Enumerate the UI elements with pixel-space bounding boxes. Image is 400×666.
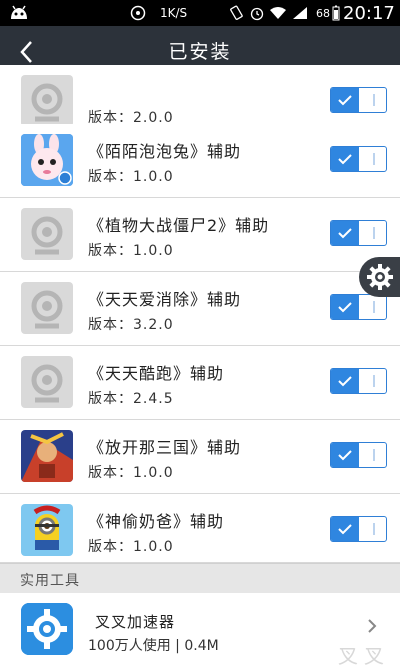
app-name: 《放开那三国》辅助: [88, 438, 242, 457]
section-title: 实用工具: [20, 573, 80, 589]
check-icon: [338, 302, 352, 313]
enable-toggle[interactable]: [330, 368, 387, 394]
status-icons: [228, 0, 308, 26]
wifi-icon: [270, 7, 287, 19]
check-icon: [338, 450, 352, 461]
battery-level: 68: [316, 0, 340, 26]
app-version: 版本：1.0.0: [88, 465, 174, 481]
app-version: 版本：2.4.5: [88, 391, 174, 407]
check-icon: [338, 95, 352, 106]
floating-settings-button[interactable]: [359, 257, 400, 297]
placeholder-icon: [21, 356, 73, 408]
list-item[interactable]: 《陌陌泡泡兔》辅助 版本：1.0.0: [0, 124, 400, 198]
enable-toggle[interactable]: [330, 220, 387, 246]
section-header: 实用工具: [0, 563, 400, 593]
signal-icon: [292, 7, 307, 19]
app-name: 《天天酷跑》辅助: [88, 364, 225, 383]
app-name: 《天天爱消除》辅助: [88, 290, 242, 309]
check-icon: [338, 524, 352, 535]
tool-meta: 100万人使用 | 0.4M: [88, 638, 219, 654]
list-item[interactable]: 《神偷奶爸》辅助 版本：1.0.0: [0, 494, 400, 563]
warrior-icon: [21, 430, 73, 482]
placeholder-icon: [21, 208, 73, 260]
check-icon: [338, 228, 352, 239]
app-version: 版本：1.0.0: [88, 539, 174, 555]
list-item[interactable]: 《天天爱消除》辅助 版本：3.2.0: [0, 272, 400, 346]
clock: 20:17: [343, 2, 395, 24]
enable-toggle[interactable]: [330, 294, 387, 320]
rotate-icon: [230, 5, 243, 20]
check-icon: [338, 376, 352, 387]
placeholder-icon: [21, 75, 73, 127]
minion-icon: [21, 504, 73, 556]
media-icon: [130, 0, 146, 26]
list-item[interactable]: 《植物大战僵尸2》辅助 版本：1.0.0: [0, 198, 400, 272]
app-name: 《神偷奶爸》辅助: [88, 512, 225, 531]
enable-toggle[interactable]: [330, 516, 387, 542]
app-name: 《陌陌泡泡兔》辅助: [88, 142, 242, 161]
list-item[interactable]: 《放开那三国》辅助 版本：1.0.0: [0, 420, 400, 494]
status-bar: 1K/S 68 20:17: [0, 0, 400, 26]
app-name: 《植物大战僵尸2》辅助: [88, 216, 270, 235]
enable-toggle[interactable]: [330, 442, 387, 468]
enable-toggle[interactable]: [330, 146, 387, 172]
app-version: 版本：1.0.0: [88, 169, 174, 185]
alarm-icon: [250, 7, 263, 21]
enable-toggle[interactable]: [330, 87, 387, 113]
battery-icon: [332, 5, 340, 21]
check-icon: [338, 154, 352, 165]
tool-name: 叉叉加速器: [95, 613, 176, 631]
accelerator-gear-icon: [21, 603, 73, 655]
android-icon: [8, 0, 30, 26]
list-item[interactable]: 《天天酷跑》辅助 版本：2.4.5: [0, 346, 400, 420]
gear-icon: [366, 264, 393, 290]
app-version: 版本：3.2.0: [88, 317, 174, 333]
placeholder-icon: [21, 282, 73, 334]
network-speed: 1K/S: [160, 6, 188, 20]
chevron-right-icon: [368, 619, 377, 633]
app-version: 版本：1.0.0: [88, 243, 174, 259]
watermark: 叉叉: [338, 644, 390, 666]
bunny-icon: [21, 134, 73, 186]
